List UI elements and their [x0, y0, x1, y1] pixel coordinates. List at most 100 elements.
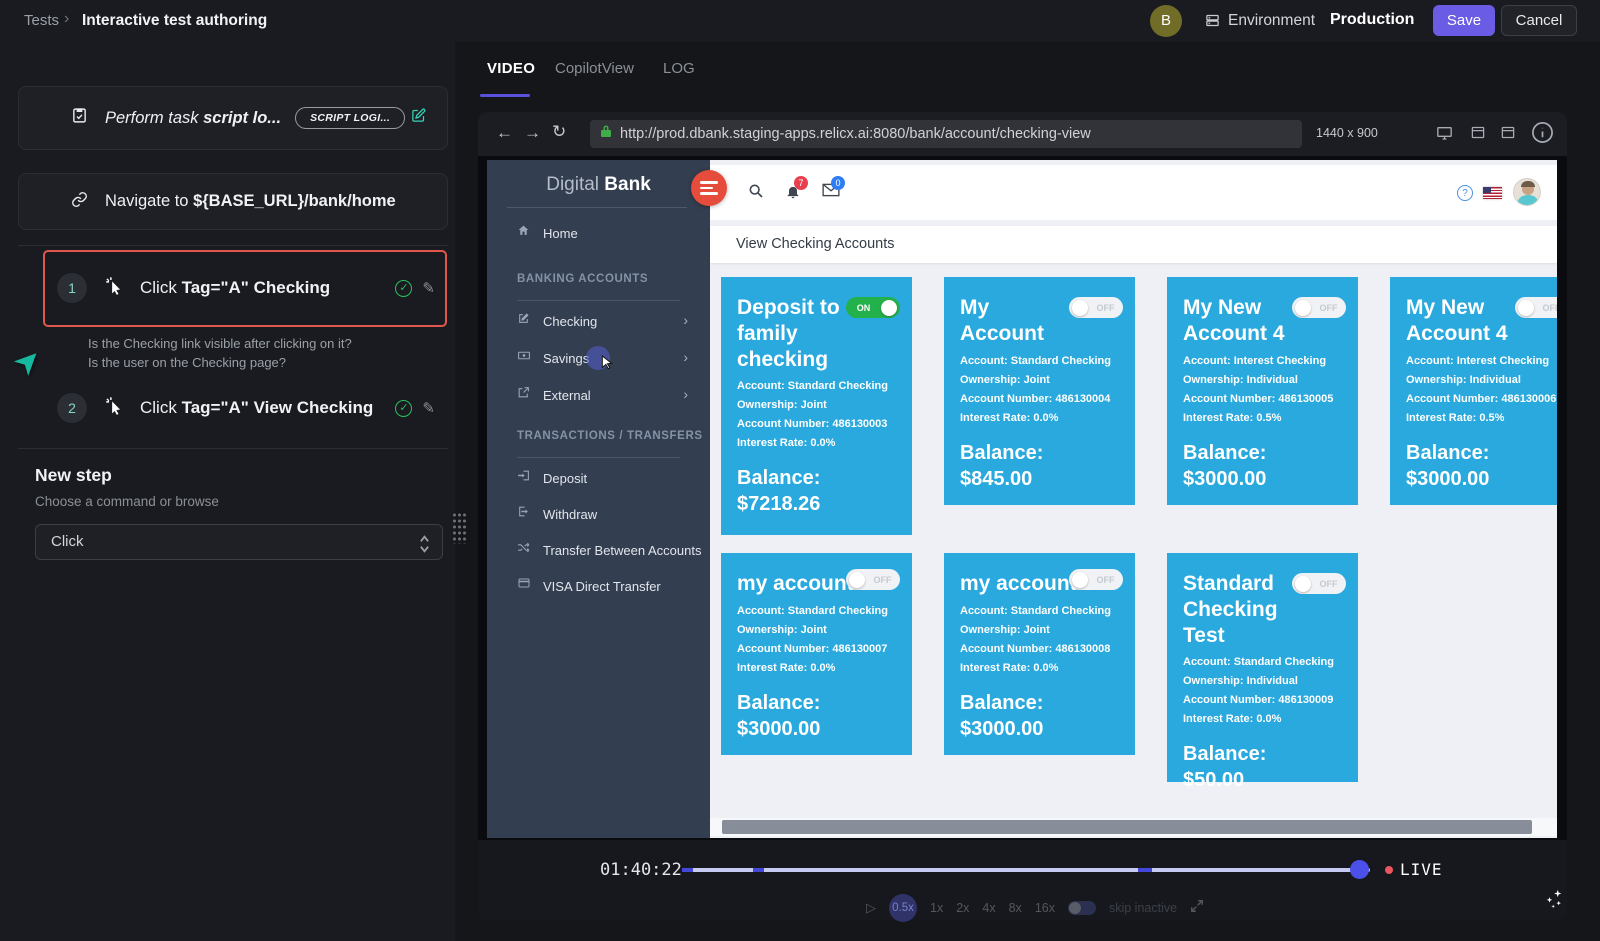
- bank-user-avatar[interactable]: [1513, 178, 1541, 206]
- step-1-label: Click Tag="A" Checking: [140, 278, 330, 298]
- video-player-frame: ← → ↻ http://prod.dbank.staging-apps.rel…: [478, 112, 1567, 920]
- account-card[interactable]: OFF My New Account 4 Account: Interest C…: [1167, 277, 1358, 505]
- account-card[interactable]: OFF Standard Checking Test Account: Stan…: [1167, 553, 1358, 782]
- live-label: LIVE: [1400, 860, 1443, 879]
- tab-video[interactable]: VIDEO: [487, 60, 535, 77]
- playback-controls: ▷ 0.5x 1x 2x 4x 8x 16x skip inactive: [866, 894, 1204, 922]
- bank-nav-deposit[interactable]: Deposit: [487, 467, 710, 497]
- account-balance: Balance:$3000.00: [1406, 440, 1557, 492]
- cursor-click-icon: [105, 276, 124, 300]
- monitor-icon[interactable]: [1436, 125, 1453, 146]
- horizontal-scrollbar[interactable]: [710, 818, 1557, 836]
- external-link-icon: [517, 386, 530, 402]
- help-icon[interactable]: ?: [1457, 185, 1473, 201]
- account-card[interactable]: OFF my account Account: Standard Checkin…: [944, 553, 1135, 755]
- speed-4x-button[interactable]: 4x: [982, 901, 995, 915]
- breadcrumb-tests[interactable]: Tests: [24, 12, 59, 29]
- search-icon[interactable]: [748, 183, 764, 204]
- mouse-cursor-icon: [599, 354, 615, 375]
- account-card[interactable]: ON Deposit to family checking Account: S…: [721, 277, 912, 535]
- bank-nav-home[interactable]: Home: [487, 222, 710, 252]
- account-toggle[interactable]: OFF: [1292, 573, 1346, 594]
- account-card-title: My New Account 4: [1183, 295, 1295, 347]
- divider: [507, 207, 687, 208]
- info-icon[interactable]: [1531, 121, 1554, 149]
- step-2-click-view-checking[interactable]: 2 Click Tag="A" View Checking ✓ ✎: [43, 378, 447, 438]
- sparkle-cursor-icon: [1544, 888, 1566, 915]
- speed-0-5x-button[interactable]: 0.5x: [889, 894, 917, 922]
- shuffle-icon: [517, 541, 530, 557]
- bank-main-area: 7 0 ? View Checking Accounts ON: [710, 160, 1557, 838]
- edit-step-icon[interactable]: ✎: [422, 279, 435, 297]
- save-button[interactable]: Save: [1433, 5, 1495, 36]
- bank-nav-checking[interactable]: Checking›: [487, 310, 710, 340]
- notification-badge: 7: [794, 176, 808, 190]
- sign-out-icon: [517, 505, 530, 521]
- bank-nav-external[interactable]: External›: [487, 384, 710, 414]
- account-toggle[interactable]: OFF: [846, 569, 900, 590]
- chevron-right-icon: ›: [683, 386, 688, 402]
- environment-icon: [1205, 13, 1220, 33]
- account-card[interactable]: OFF My New Account 4 Account: Interest C…: [1390, 277, 1557, 505]
- account-card[interactable]: OFF My Account Account: Standard Checkin…: [944, 277, 1135, 505]
- speed-16x-button[interactable]: 16x: [1035, 901, 1055, 915]
- step-passed-icon: ✓: [395, 400, 412, 417]
- speed-8x-button[interactable]: 8x: [1009, 901, 1022, 915]
- window-icon[interactable]: [1500, 125, 1516, 145]
- language-flag-icon[interactable]: [1483, 187, 1502, 199]
- mail-icon[interactable]: 0: [822, 183, 840, 202]
- edit-step-icon[interactable]: ✎: [422, 399, 435, 417]
- timeline-track[interactable]: [682, 868, 1370, 872]
- environment-value[interactable]: Production: [1330, 11, 1414, 29]
- edit-script-icon[interactable]: [411, 108, 426, 128]
- account-toggle[interactable]: OFF: [1515, 297, 1557, 318]
- chevron-right-icon: ›: [683, 312, 688, 328]
- bank-nav-withdraw[interactable]: Withdraw: [487, 503, 710, 533]
- home-icon: [517, 224, 530, 240]
- bell-icon[interactable]: 7: [785, 183, 801, 205]
- skip-inactive-toggle[interactable]: [1068, 901, 1096, 915]
- panel-resize-handle[interactable]: [452, 512, 467, 544]
- tab-copilotview[interactable]: CopilotView: [555, 60, 634, 77]
- refresh-icon[interactable]: ↻: [552, 122, 566, 142]
- lock-icon: [600, 126, 612, 142]
- scrollbar-thumb[interactable]: [722, 820, 1532, 834]
- timeline-thumb[interactable]: [1350, 860, 1369, 879]
- timeline-marker[interactable]: [682, 868, 693, 872]
- forward-icon[interactable]: →: [524, 123, 541, 143]
- timeline-marker[interactable]: [753, 868, 764, 872]
- cancel-button[interactable]: Cancel: [1501, 5, 1577, 36]
- url-bar[interactable]: http://prod.dbank.staging-apps.relicx.ai…: [590, 120, 1302, 148]
- cursor-click-icon: [105, 396, 124, 420]
- link-icon: [71, 191, 91, 213]
- timeline-marker[interactable]: [1138, 868, 1152, 872]
- account-toggle[interactable]: OFF: [1069, 297, 1123, 318]
- back-icon[interactable]: ←: [496, 123, 513, 143]
- step-navigate[interactable]: Navigate to ${BASE_URL}/bank/home: [18, 173, 448, 230]
- fullscreen-icon[interactable]: [1190, 899, 1204, 918]
- play-icon[interactable]: ▷: [866, 900, 876, 916]
- step-number-badge: 2: [57, 393, 87, 423]
- speed-1x-button[interactable]: 1x: [930, 901, 943, 915]
- command-select[interactable]: Click: [35, 524, 443, 560]
- task-step-label: Perform task script lo...: [105, 109, 281, 128]
- bank-nav-transfer-between-accounts[interactable]: Transfer Between Accounts: [487, 539, 710, 569]
- step-1-click-checking[interactable]: 1 Click Tag="A" Checking ✓ ✎: [43, 258, 447, 318]
- window-icon[interactable]: [1470, 125, 1486, 145]
- account-toggle[interactable]: OFF: [1292, 297, 1346, 318]
- browser-toolbar: ← → ↻ http://prod.dbank.staging-apps.rel…: [478, 112, 1567, 156]
- speed-2x-button[interactable]: 2x: [956, 901, 969, 915]
- account-card[interactable]: OFF my account Account: Standard Checkin…: [721, 553, 912, 755]
- user-avatar[interactable]: B: [1150, 5, 1182, 37]
- account-card-title: Deposit to family checking: [737, 295, 849, 372]
- account-toggle[interactable]: ON: [846, 297, 900, 318]
- hamburger-menu-button[interactable]: [691, 170, 727, 206]
- account-balance: Balance:$50.00: [1183, 741, 1342, 793]
- chevron-right-icon: ›: [683, 349, 688, 365]
- bank-nav-visa-direct-transfer[interactable]: VISA Direct Transfer: [487, 575, 710, 605]
- script-login-pill[interactable]: SCRIPT LOGI...: [295, 107, 405, 129]
- account-toggle[interactable]: OFF: [1069, 569, 1123, 590]
- video-viewport: Digital Bank Home BANKING ACCOUNTS Check…: [478, 156, 1567, 840]
- tab-log[interactable]: LOG: [663, 60, 695, 77]
- step-perform-task[interactable]: Perform task script lo... SCRIPT LOGI...: [18, 86, 448, 150]
